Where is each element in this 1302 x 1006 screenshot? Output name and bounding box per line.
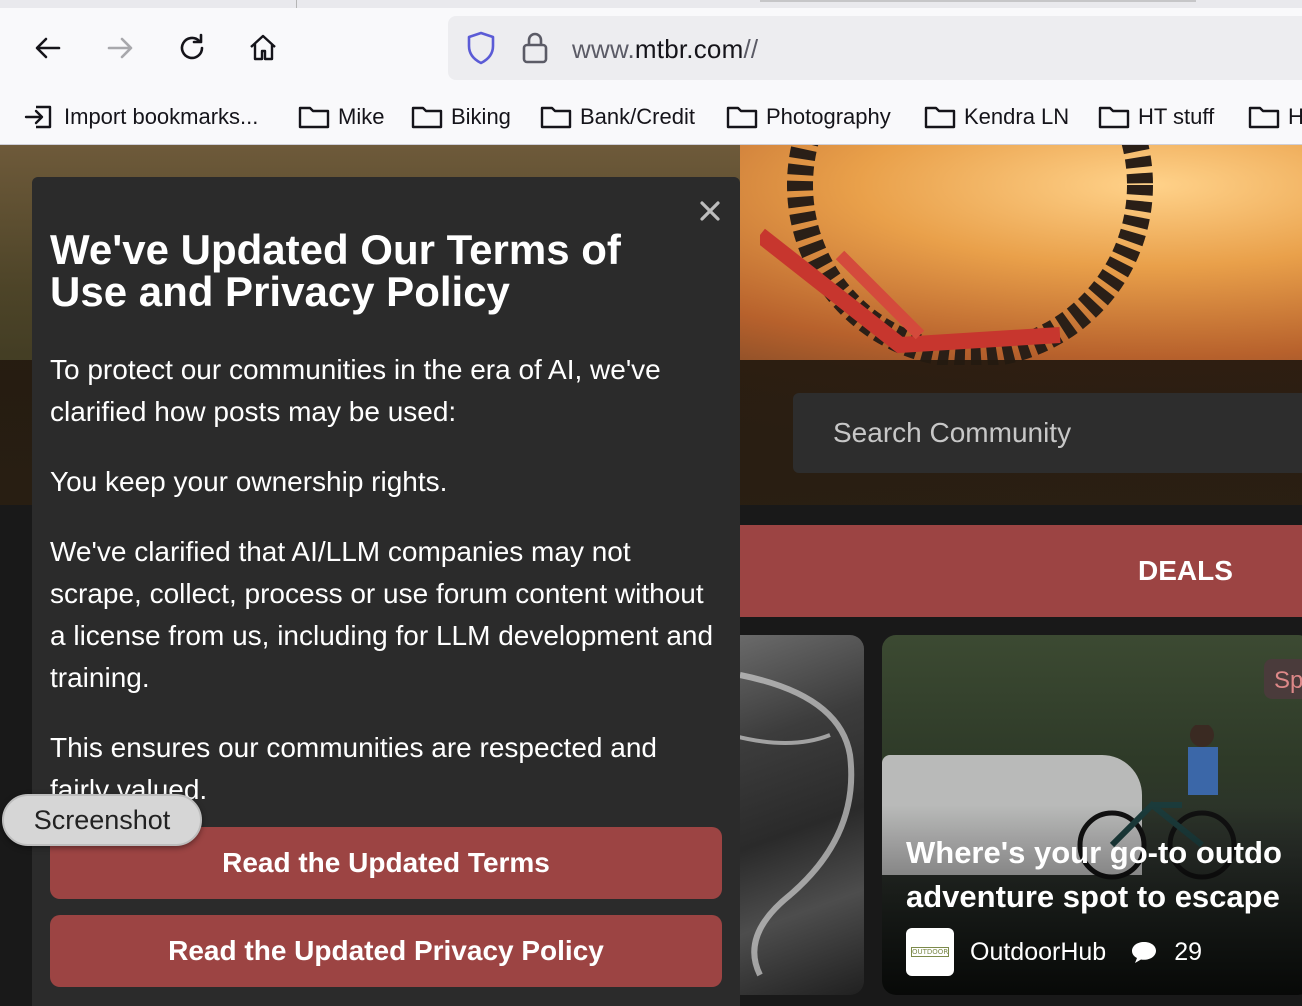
back-arrow-icon — [35, 37, 61, 59]
read-privacy-policy-button[interactable]: Read the Updated Privacy Policy — [50, 915, 722, 987]
url-domain: mtbr.com — [634, 34, 744, 64]
bookmark-label: Bank/Credit — [580, 104, 695, 129]
bookmark-item[interactable]: Bank/Credit — [540, 100, 695, 134]
search-placeholder: Search Community — [833, 417, 1072, 448]
outdoorhub-logo-mark: OUTDOOR — [911, 947, 949, 957]
bookmark-label: HT stuff — [1138, 104, 1215, 129]
modal-paragraph-3: We've clarified that AI/LLM companies ma… — [50, 536, 714, 693]
back-button[interactable] — [28, 28, 68, 68]
category-badge[interactable]: Sp — [1264, 659, 1302, 699]
folder-icon — [1098, 106, 1130, 129]
url-text[interactable]: www.mtbr.com// — [572, 34, 758, 65]
terms-update-modal: We've Updated Our Terms of Use and Priva… — [32, 177, 740, 1006]
folder-icon — [298, 106, 330, 129]
bookmark-item[interactable]: HT stuff — [1098, 100, 1214, 134]
search-community-input[interactable]: Search Community — [793, 393, 1302, 473]
tab-divider — [296, 0, 297, 8]
tab-active-indicator — [760, 0, 1196, 2]
import-icon — [24, 105, 52, 129]
bookmark-label: Kendra LN — [964, 104, 1070, 129]
tracking-protection-shield-icon[interactable] — [464, 30, 498, 66]
folder-icon — [1248, 106, 1280, 129]
bookmark-label: Mike — [338, 104, 385, 129]
bookmark-item[interactable]: Photography — [726, 100, 891, 134]
lock-icon[interactable] — [520, 30, 550, 66]
bookmark-label: Import bookmarks... — [64, 104, 259, 129]
folder-icon — [924, 106, 956, 129]
reload-icon — [180, 33, 204, 60]
deals-nav-bar[interactable]: DEALS — [740, 525, 1302, 617]
bookmark-item[interactable]: H — [1248, 100, 1302, 134]
url-path: // — [743, 34, 759, 64]
bookmarks-toolbar: Import bookmarks... Mike Biking Bank/Credit… — [0, 96, 1302, 140]
close-icon — [700, 201, 720, 221]
address-bar[interactable]: www.mtbr.com// — [448, 16, 1302, 80]
card-title-line-2: adventure spot to escape — [906, 879, 1280, 914]
bookmark-label: Photography — [766, 104, 891, 129]
modal-paragraph-1: To protect our communities in the era of… — [50, 354, 661, 427]
home-icon — [250, 34, 276, 61]
deals-link[interactable]: DEALS — [1138, 555, 1233, 587]
bookmark-item[interactable]: Import bookmarks... — [24, 100, 258, 134]
outdoorhub-logo: OUTDOOR — [906, 928, 954, 976]
comment-count: 29 — [1174, 937, 1203, 966]
bookmark-label: H — [1288, 104, 1302, 129]
bookmark-item[interactable]: Mike — [298, 100, 384, 134]
reload-button[interactable] — [172, 28, 212, 68]
browser-toolbar: www.mtbr.com// Import bookmarks... Mike Bi… — [0, 0, 1302, 145]
folder-icon — [411, 106, 443, 129]
home-button[interactable] — [243, 28, 283, 68]
screenshot-button[interactable]: Screenshot — [2, 794, 202, 846]
card-source-name[interactable]: OutdoorHub — [970, 938, 1106, 967]
modal-title: We've Updated Our Terms of Use and Priva… — [50, 226, 621, 315]
featured-article-card[interactable]: Where's your go-to outdo adventure spot … — [882, 635, 1302, 995]
bookmark-label: Biking — [451, 104, 511, 129]
bookmark-item[interactable]: Biking — [411, 100, 511, 134]
bike-wheel-graphic — [760, 145, 1153, 365]
card-title[interactable]: Where's your go-to outdo adventure spot … — [906, 831, 1302, 919]
bookmark-item[interactable]: Kendra LN — [924, 100, 1069, 134]
forward-arrow-icon — [107, 37, 133, 59]
card-title-line-1: Where's your go-to outdo — [906, 835, 1282, 870]
close-button[interactable] — [696, 197, 724, 225]
card-meta: OUTDOOR OutdoorHub 29 — [906, 928, 1202, 976]
modal-paragraph-2: You keep your ownership rights. — [50, 466, 448, 497]
folder-icon — [540, 106, 572, 129]
forward-button[interactable] — [100, 28, 140, 68]
folder-icon — [726, 106, 758, 129]
comment-bubble-icon — [1132, 942, 1157, 963]
tab-strip — [0, 0, 1302, 8]
